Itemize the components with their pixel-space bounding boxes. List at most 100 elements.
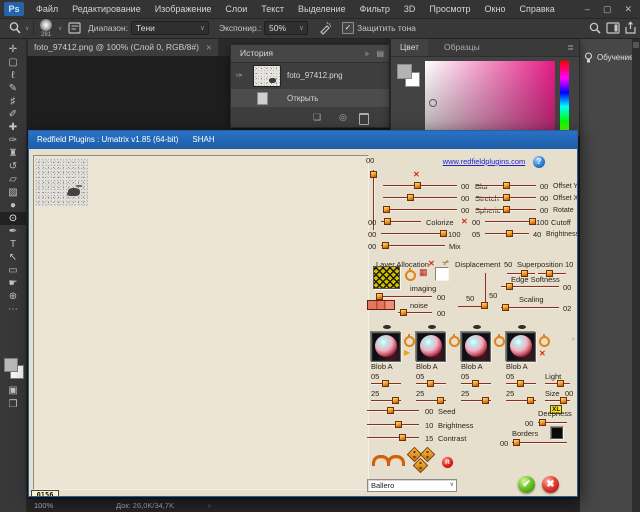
borders-slider[interactable] [512, 439, 567, 446]
offset-y-slider[interactable] [476, 182, 536, 189]
exposure-dropdown[interactable]: 50% ∨ [264, 21, 308, 35]
cancel-button[interactable]: ✖ [542, 476, 559, 493]
spheric-slider[interactable] [383, 206, 457, 213]
minimize-icon[interactable]: – [585, 0, 590, 18]
colorize2-slider[interactable] [381, 230, 445, 237]
seed-slider[interactable] [367, 407, 419, 414]
blob-slider-1[interactable] [416, 380, 446, 387]
maximize-icon[interactable]: ▢ [603, 0, 612, 18]
tool-quick-selection[interactable]: ✎ [0, 82, 26, 95]
blob-visibility-eye-icon[interactable] [428, 325, 436, 329]
menu-item-4[interactable]: Текст [261, 4, 284, 14]
blob-visibility-eye-icon[interactable] [473, 325, 481, 329]
toggle-brush-panel-icon[interactable] [68, 21, 82, 35]
contrast-slider[interactable] [367, 434, 419, 441]
tool-shape[interactable]: ▭ [0, 264, 26, 277]
redfield-logo-badge[interactable]: R [441, 456, 454, 469]
power-icon[interactable] [449, 336, 460, 347]
cutoff-slider[interactable] [485, 218, 533, 225]
workspace-switcher-icon[interactable] [606, 22, 620, 34]
ok-button[interactable]: ✔ [518, 476, 535, 493]
displacement-handle[interactable] [481, 302, 488, 309]
offset-x-slider[interactable] [476, 194, 536, 201]
tool-path-selection[interactable]: ↖ [0, 251, 26, 264]
foreground-color-swatch[interactable] [397, 64, 412, 79]
reset-icon[interactable]: ✕ [461, 218, 468, 226]
swatches-tab[interactable]: Образцы [435, 39, 489, 56]
size-slider[interactable] [545, 397, 570, 404]
share-icon[interactable] [624, 21, 637, 35]
brush-chevron-icon[interactable]: ∨ [58, 26, 62, 32]
collapse-panel-icon[interactable]: » [365, 45, 369, 62]
scaling-slider[interactable] [501, 304, 559, 311]
reset-icon[interactable]: ✕ [413, 171, 420, 179]
brush-preview-icon[interactable] [40, 19, 52, 31]
preset-dropdown[interactable]: Ballero ∨ [367, 479, 457, 492]
history-brush-source-icon[interactable]: ✑ [236, 67, 243, 84]
blob-slider-2[interactable] [371, 397, 401, 404]
power-icon[interactable] [404, 336, 415, 347]
tool-brush[interactable]: ✑ [0, 134, 26, 147]
menu-item-3[interactable]: Слои [225, 4, 247, 14]
blob-visibility-eye-icon[interactable] [518, 325, 526, 329]
pattern-thumbnail[interactable] [373, 266, 400, 289]
reset-icon[interactable]: ✕ [539, 350, 546, 358]
menu-item-1[interactable]: Редактирование [72, 4, 141, 14]
quick-mask-icon[interactable]: ▣ [0, 384, 26, 397]
stretch-slider[interactable] [383, 194, 457, 201]
screen-mode-icon[interactable]: ❐ [0, 398, 26, 411]
menu-item-9[interactable]: Окно [485, 4, 506, 14]
new-document-from-state-icon[interactable]: ❏ [313, 113, 321, 122]
panel-arrow-icon[interactable]: ▸ [572, 335, 576, 343]
panel-menu-icon[interactable]: ▤ [376, 45, 384, 62]
learn-panel-row[interactable]: Обучение [584, 50, 636, 65]
power-icon[interactable] [494, 336, 505, 347]
reset-icon[interactable]: ✕ [428, 260, 435, 268]
white-color-swatch[interactable] [435, 267, 449, 281]
blob-slider-1[interactable] [461, 380, 491, 387]
plugin-website-link[interactable]: www.redfieldplugins.com [429, 158, 539, 166]
power-icon[interactable] [405, 270, 416, 281]
mix-slider[interactable] [381, 242, 445, 249]
plugin-title-bar[interactable]: Redfield Plugins : Umatrix v1.85 (64-bit… [29, 131, 577, 149]
blob-thumbnail[interactable] [461, 332, 491, 362]
tool-clone-stamp[interactable]: ♜ [0, 147, 26, 160]
panel-menu-icon[interactable]: ≣ [567, 39, 574, 56]
colorize-slider[interactable] [381, 218, 421, 225]
imaging-slider[interactable] [376, 293, 432, 300]
close-icon[interactable]: ✕ [624, 0, 632, 18]
redo-arc-icon[interactable] [387, 455, 405, 466]
foreground-color-swatch[interactable] [4, 358, 18, 372]
status-chevron-icon[interactable]: › [208, 499, 211, 512]
history-state-row[interactable]: ✑ foto_97412.png [231, 62, 389, 89]
grid-pattern-icon[interactable]: ▦ [419, 268, 428, 277]
history-state-row-selected[interactable]: Открыть [231, 89, 389, 107]
dodge-tool-icon[interactable] [8, 21, 23, 36]
color-tab[interactable]: Цвет [391, 39, 428, 56]
range-dropdown[interactable]: Тени ∨ [131, 21, 209, 35]
saturation-brightness-field[interactable] [425, 61, 555, 130]
play-icon[interactable]: ▶ [404, 349, 410, 357]
rotate-slider[interactable] [476, 206, 536, 213]
tool-edit-toolbar[interactable]: ⋯ [0, 303, 26, 316]
power-icon[interactable] [539, 336, 550, 347]
blob-slider-1[interactable] [371, 380, 401, 387]
blob-thumbnail[interactable] [506, 332, 536, 362]
tool-crop[interactable]: ♯ [0, 95, 26, 108]
blur-slider[interactable] [383, 182, 457, 189]
menu-item-2[interactable]: Изображение [155, 4, 212, 14]
airbrush-icon[interactable] [318, 21, 332, 35]
tab-close-icon[interactable]: ✕ [206, 45, 212, 52]
help-button[interactable]: ? [533, 156, 545, 168]
tool-lasso[interactable]: ℓ [0, 69, 26, 82]
history-tab[interactable]: История [231, 45, 282, 62]
blob-slider-1[interactable] [506, 380, 536, 387]
tool-preset-chevron-icon[interactable]: ∨ [25, 26, 29, 32]
tool-healing-brush[interactable]: ✚ [0, 121, 26, 134]
blob-slider-2[interactable] [506, 397, 536, 404]
menu-item-10[interactable]: Справка [519, 4, 554, 14]
trash-icon[interactable] [359, 113, 369, 125]
blob-thumbnail[interactable] [371, 332, 401, 362]
noise-pattern-bar[interactable] [367, 300, 395, 310]
menu-item-6[interactable]: Фильтр [360, 4, 390, 14]
